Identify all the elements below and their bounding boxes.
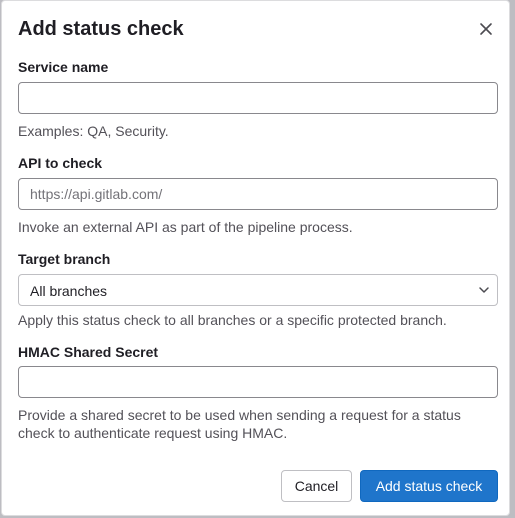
target-branch-help: Apply this status check to all branches …: [18, 312, 447, 328]
hmac-secret-input[interactable]: [18, 366, 498, 398]
hmac-secret-label: HMAC Shared Secret: [18, 344, 159, 360]
service-name-help: Examples: QA, Security.: [18, 123, 169, 139]
cancel-button[interactable]: Cancel: [281, 470, 352, 502]
modal-title: Add status check: [18, 18, 184, 40]
api-url-input[interactable]: [18, 178, 498, 210]
api-to-check-help: Invoke an external API as part of the pi…: [18, 219, 353, 235]
service-name-label: Service name: [18, 59, 109, 75]
hmac-secret-help: Provide a shared secret to be used when …: [18, 407, 461, 441]
add-status-check-modal: Add status check Service name Examples: …: [1, 0, 510, 516]
target-branch-dropdown[interactable]: All branches: [18, 274, 498, 306]
add-status-check-button[interactable]: Add status check: [360, 470, 498, 502]
target-branch-selected: All branches: [30, 283, 108, 299]
chevron-down-icon: [479, 287, 489, 293]
close-button[interactable]: [474, 17, 498, 41]
api-to-check-label: API to check: [18, 155, 103, 171]
service-name-input[interactable]: [18, 82, 498, 114]
close-icon: [480, 23, 492, 35]
target-branch-label: Target branch: [18, 251, 111, 267]
